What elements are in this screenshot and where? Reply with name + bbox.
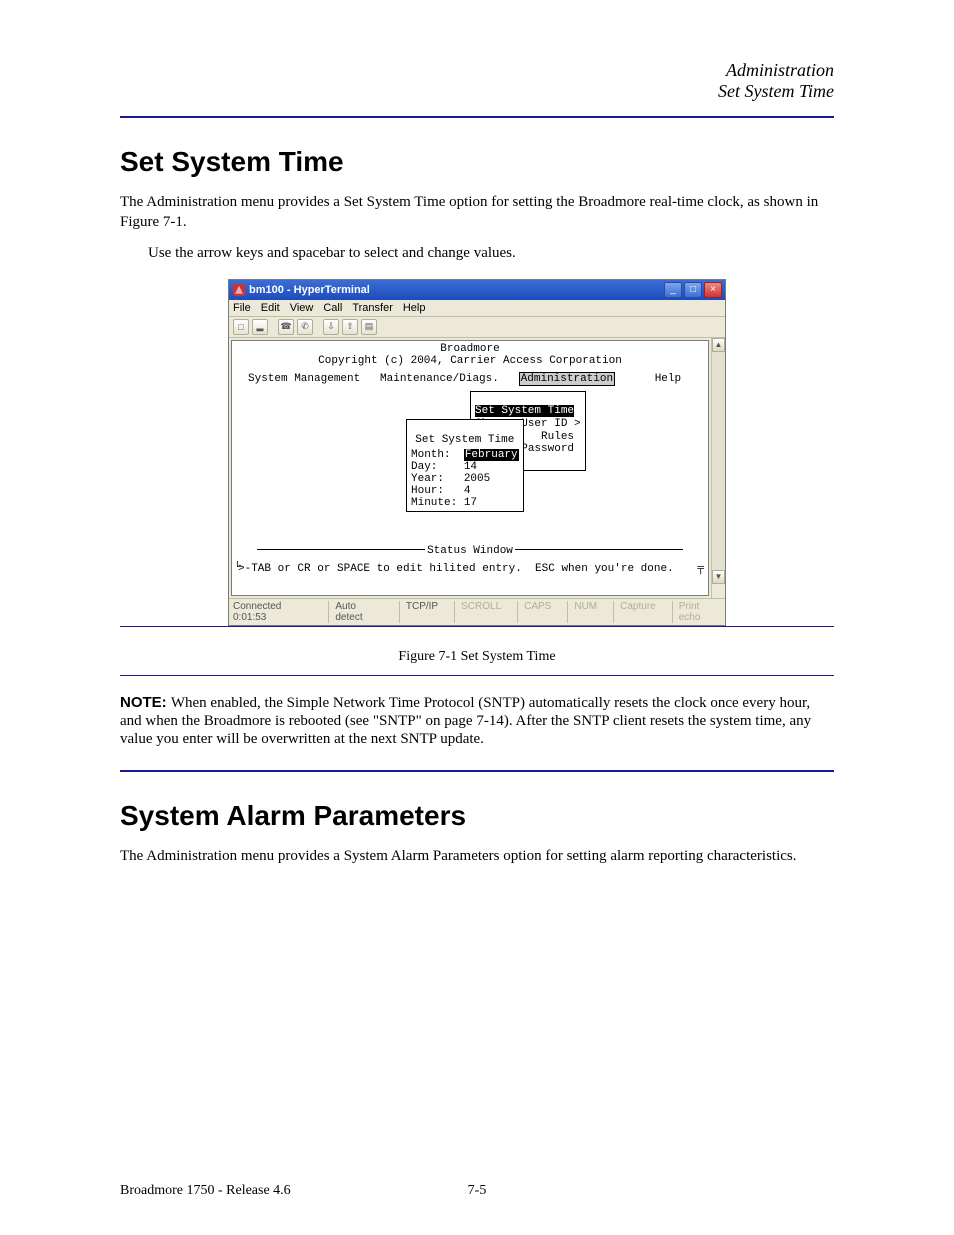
nav-maintenance[interactable]: Maintenance/Diags. <box>380 373 499 385</box>
page-footer: Broadmore 1750 - Release 4.6 7-5 <box>120 1183 834 1199</box>
window-controls: _ □ × <box>664 282 722 298</box>
day-label: Day: <box>411 461 437 473</box>
footer-left: Broadmore 1750 - Release 4.6 <box>120 1183 291 1199</box>
month-field[interactable]: February <box>464 449 519 461</box>
figure-bottom-rule <box>120 675 834 676</box>
maximize-button[interactable]: □ <box>684 282 702 298</box>
hint-right-glyph: ╤ <box>697 563 704 575</box>
status-caps: CAPS <box>517 601 551 623</box>
nav-system-management[interactable]: System Management <box>248 373 360 385</box>
minimize-button[interactable]: _ <box>664 282 682 298</box>
scroll-down-button[interactable]: ▼ <box>712 570 725 584</box>
scrollbar-corner <box>712 584 725 598</box>
header-chapter: Administration <box>120 60 834 81</box>
minute-field[interactable]: 17 <box>464 497 477 509</box>
day-field[interactable]: 14 <box>464 461 477 473</box>
connect-icon[interactable]: ☎ <box>278 319 294 335</box>
status-scroll: SCROLL <box>454 601 501 623</box>
window-title: bm100 - HyperTerminal <box>249 284 370 296</box>
menu-edit[interactable]: Edit <box>261 302 280 314</box>
minute-label: Minute: <box>411 497 457 509</box>
running-header: Administration Set System Time <box>120 60 834 102</box>
menu-transfer[interactable]: Transfer <box>352 302 393 314</box>
status-bar: Connected 0:01:53 Auto detect TCP/IP SCR… <box>229 598 725 625</box>
menu-bar[interactable]: File Edit View Call Transfer Help <box>229 300 725 317</box>
terminal[interactable]: Broadmore Copyright (c) 2004, Carrier Ac… <box>231 340 709 596</box>
note-text: When enabled, the Simple Network Time Pr… <box>120 695 811 747</box>
hint-text: >-TAB or CR or SPACE to edit hilited ent… <box>238 563 674 575</box>
terminal-area: Broadmore Copyright (c) 2004, Carrier Ac… <box>229 338 725 598</box>
status-num: NUM <box>567 601 597 623</box>
year-field[interactable]: 2005 <box>464 473 490 485</box>
month-label: Month: <box>411 449 451 461</box>
dialog-title: Set System Time <box>411 434 519 446</box>
year-label: Year: <box>411 473 444 485</box>
term-copyright: Copyright (c) 2004, Carrier Access Corpo… <box>234 355 706 367</box>
hour-label: Hour: <box>411 485 444 497</box>
header-section: Set System Time <box>120 81 834 102</box>
nav-administration[interactable]: Administration <box>519 372 615 386</box>
status-capture: Capture <box>613 601 656 623</box>
nav-help[interactable]: Help <box>655 373 681 385</box>
hyperterminal-window: bm100 - HyperTerminal _ □ × File Edit Vi… <box>228 279 726 626</box>
status-protocol: TCP/IP <box>399 601 438 623</box>
dropdown-set-system-time[interactable]: Set System Time <box>475 405 574 417</box>
hour-field[interactable]: 4 <box>464 485 471 497</box>
toolbar: □ ▂ ☎ ✆ ⇩ ⇧ ▤ <box>229 317 725 338</box>
note-rule <box>120 770 834 772</box>
figure-top-rule <box>120 626 834 627</box>
intro-paragraph: The Administration menu provides a Set S… <box>120 192 834 233</box>
menu-call[interactable]: Call <box>323 302 342 314</box>
open-icon[interactable]: ▂ <box>252 319 268 335</box>
term-topmenu[interactable]: System Management Maintenance/Diags. Adm… <box>234 373 706 385</box>
toolbar-separator <box>316 319 320 335</box>
note-label: NOTE: <box>120 694 171 711</box>
send-icon[interactable]: ⇩ <box>323 319 339 335</box>
section-heading-system-alarm-parameters: System Alarm Parameters <box>120 800 834 832</box>
figure-caption: Figure 7-1 Set System Time <box>120 649 834 665</box>
status-autodetect: Auto detect <box>328 601 383 623</box>
status-printecho: Print echo <box>672 601 721 623</box>
figure-container: bm100 - HyperTerminal _ □ × File Edit Vi… <box>120 279 834 626</box>
note-block: NOTE: When enabled, the Simple Network T… <box>120 694 834 748</box>
toolbar-separator <box>271 319 275 335</box>
properties-icon[interactable]: ▤ <box>361 319 377 335</box>
status-window-rule: Status Window <box>236 545 704 557</box>
app-icon <box>233 284 245 296</box>
section-heading-set-system-time: Set System Time <box>120 146 834 178</box>
disconnect-icon[interactable]: ✆ <box>297 319 313 335</box>
status-connected: Connected 0:01:53 <box>233 601 312 623</box>
term-brand: Broadmore <box>234 343 706 355</box>
alarm-paragraph: The Administration menu provides a Syste… <box>120 846 834 866</box>
titlebar[interactable]: bm100 - HyperTerminal _ □ × <box>229 280 725 300</box>
receive-icon[interactable]: ⇧ <box>342 319 358 335</box>
menu-file[interactable]: File <box>233 302 251 314</box>
new-icon[interactable]: □ <box>233 319 249 335</box>
instruction-paragraph: Use the arrow keys and spacebar to selec… <box>148 243 834 263</box>
menu-help[interactable]: Help <box>403 302 426 314</box>
scroll-up-button[interactable]: ▲ <box>712 338 725 352</box>
set-system-time-dialog[interactable]: Set System Time Month: February Day: 14 Y… <box>406 419 524 513</box>
close-button[interactable]: × <box>704 282 722 298</box>
vertical-scrollbar[interactable]: ▲ ▼ <box>711 338 725 598</box>
menu-view[interactable]: View <box>290 302 314 314</box>
header-rule <box>120 116 834 118</box>
